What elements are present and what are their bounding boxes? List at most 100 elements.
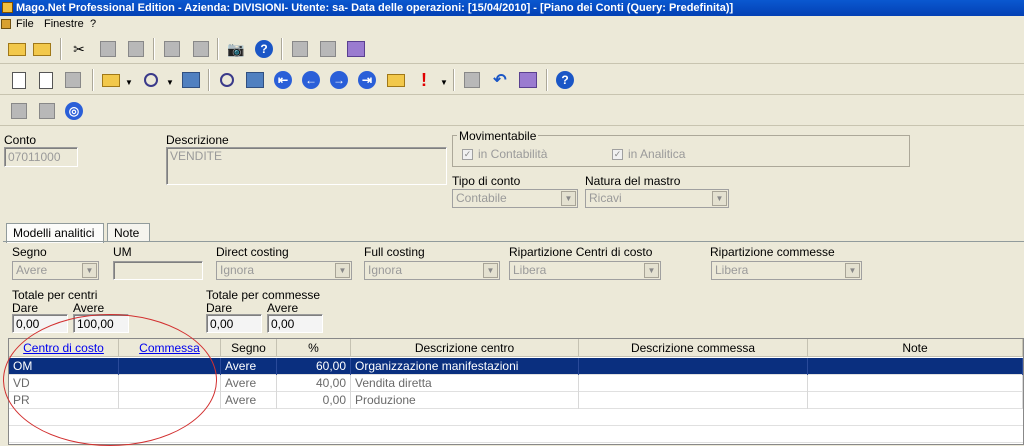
ripartizione-commesse-label: Ripartizione commesse <box>710 245 835 259</box>
delete-icon[interactable] <box>461 69 483 91</box>
segno-value: Avere <box>16 263 48 277</box>
cell-descrizione-commessa[interactable] <box>579 358 808 375</box>
chevron-down-icon[interactable]: ▼ <box>561 191 576 206</box>
um-field[interactable] <box>113 261 203 280</box>
new-document-icon[interactable] <box>8 69 30 91</box>
copy-icon[interactable] <box>97 38 119 60</box>
table-row[interactable]: PR Avere 0,00 Produzione <box>9 392 1023 409</box>
tab-note[interactable]: Note <box>107 223 150 242</box>
chevron-down-icon[interactable]: ▼ <box>644 263 659 278</box>
cell-percent[interactable]: 60,00 <box>277 358 351 375</box>
chevron-down-icon[interactable]: ▼ <box>712 191 727 206</box>
cell-descrizione-centro[interactable]: Vendita diretta <box>351 375 579 392</box>
cell-descrizione-centro[interactable]: Produzione <box>351 392 579 409</box>
chevron-down-icon[interactable]: ▼ <box>845 263 860 278</box>
chevron-down-icon[interactable]: ▼ <box>335 263 350 278</box>
tipo-conto-select[interactable]: Contabile ▼ <box>452 189 578 208</box>
camera-icon[interactable]: 📷 <box>225 38 247 60</box>
cell-commessa[interactable] <box>119 375 221 392</box>
column-header-commessa[interactable]: Commessa <box>119 339 221 357</box>
undo-icon[interactable]: ↶ <box>489 69 511 91</box>
chevron-down-icon[interactable]: ▼ <box>166 78 174 87</box>
tab-modelli-analitici[interactable]: Modelli analitici <box>6 223 104 243</box>
menu-file[interactable]: File <box>16 16 34 32</box>
help-icon[interactable]: ? <box>554 69 576 91</box>
cell-segno[interactable]: Avere <box>221 375 277 392</box>
cut-icon[interactable]: ✂ <box>68 38 90 60</box>
edit-document-icon[interactable] <box>35 69 57 91</box>
column-header-segno[interactable]: Segno <box>221 339 277 357</box>
search-icon[interactable] <box>216 69 238 91</box>
refresh-icon[interactable] <box>385 69 407 91</box>
first-record-icon[interactable]: ⇤ <box>272 69 294 91</box>
cell-commessa[interactable] <box>119 392 221 409</box>
column-header-note[interactable]: Note <box>808 339 1023 357</box>
print-preview-icon[interactable] <box>190 38 212 60</box>
last-record-icon[interactable]: ⇥ <box>356 69 378 91</box>
cell-descrizione-commessa[interactable] <box>579 392 808 409</box>
column-header-descrizione-centro[interactable]: Descrizione centro <box>351 339 579 357</box>
commesse-dare-label: Dare <box>206 301 233 315</box>
help-icon[interactable]: ? <box>253 38 275 60</box>
table-row[interactable] <box>9 426 1023 443</box>
direct-costing-select[interactable]: Ignora ▼ <box>216 261 352 280</box>
exclamation-icon[interactable]: ! <box>413 69 435 91</box>
query-icon[interactable] <box>140 69 162 91</box>
cell-centro[interactable]: PR <box>9 392 119 409</box>
descrizione-field[interactable]: VENDITE <box>166 147 447 185</box>
chevron-down-icon[interactable]: ▼ <box>483 263 498 278</box>
chevron-down-icon[interactable]: ▼ <box>125 78 133 87</box>
document-menu-icon[interactable] <box>100 69 122 91</box>
cell-segno[interactable]: Avere <box>221 358 277 375</box>
full-costing-select[interactable]: Ignora ▼ <box>364 261 500 280</box>
cell-percent[interactable]: 0,00 <box>277 392 351 409</box>
cell-note[interactable] <box>808 375 1023 392</box>
ripartizione-commesse-select[interactable]: Libera ▼ <box>711 261 862 280</box>
conto-field[interactable]: 07011000 <box>4 147 78 167</box>
column-header-centro[interactable]: Centro di costo <box>9 339 119 357</box>
tools-icon[interactable] <box>517 69 539 91</box>
um-label: UM <box>113 245 132 259</box>
ripartizione-commesse-value: Libera <box>715 263 749 277</box>
cell-note[interactable] <box>808 392 1023 409</box>
menu-finestre[interactable]: Finestre <box>44 16 84 32</box>
ripartizione-centri-select[interactable]: Libera ▼ <box>509 261 661 280</box>
print-icon[interactable] <box>161 38 183 60</box>
segno-select[interactable]: Avere ▼ <box>12 261 99 280</box>
table-row[interactable]: VD Avere 40,00 Vendita diretta <box>9 375 1023 392</box>
connect-icon[interactable] <box>345 38 367 60</box>
previous-record-icon[interactable]: ← <box>300 69 322 91</box>
radar-icon[interactable] <box>180 69 202 91</box>
cell-percent[interactable]: 40,00 <box>277 375 351 392</box>
table-row[interactable]: OM Avere 60,00 Organizzazione manifestaz… <box>9 358 1023 375</box>
open-folder-icon[interactable] <box>31 38 53 60</box>
house-icon[interactable] <box>36 100 58 122</box>
menu-help[interactable]: ? <box>90 16 96 32</box>
globe-icon[interactable]: ◎ <box>63 100 85 122</box>
column-header-descrizione-commessa[interactable]: Descrizione commessa <box>579 339 808 357</box>
new-folder-icon[interactable] <box>6 38 28 60</box>
paste-icon[interactable] <box>125 38 147 60</box>
cell-segno[interactable]: Avere <box>221 392 277 409</box>
system-menu-icon[interactable] <box>1 19 11 29</box>
chevron-down-icon[interactable]: ▼ <box>440 78 448 87</box>
save-icon[interactable] <box>62 69 84 91</box>
in-analitica-checkbox[interactable]: ✓ in Analitica <box>612 147 685 161</box>
settings-icon[interactable] <box>317 38 339 60</box>
house-icon[interactable] <box>8 100 30 122</box>
cell-descrizione-centro[interactable]: Organizzazione manifestazioni <box>351 358 579 375</box>
cell-descrizione-commessa[interactable] <box>579 375 808 392</box>
natura-mastro-select[interactable]: Ricavi ▼ <box>585 189 729 208</box>
cell-note[interactable] <box>808 358 1023 375</box>
cell-centro[interactable]: OM <box>9 358 119 375</box>
checkmark-icon: ✓ <box>612 148 623 160</box>
chevron-down-icon[interactable]: ▼ <box>82 263 97 278</box>
next-record-icon[interactable]: → <box>328 69 350 91</box>
column-header-percent[interactable]: % <box>277 339 351 357</box>
browse-icon[interactable] <box>244 69 266 91</box>
table-row[interactable] <box>9 409 1023 426</box>
cell-centro[interactable]: VD <box>9 375 119 392</box>
cell-commessa[interactable] <box>119 358 221 375</box>
in-contabilita-checkbox[interactable]: ✓ in Contabilità <box>462 147 547 161</box>
calendar-icon[interactable] <box>289 38 311 60</box>
